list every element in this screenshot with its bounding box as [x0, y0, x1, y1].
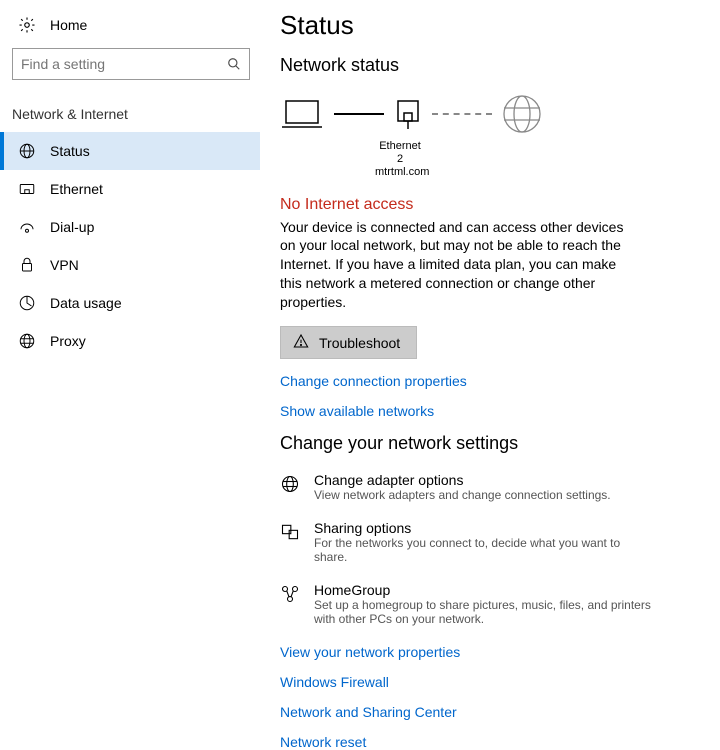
link-change-connection-properties[interactable]: Change connection properties: [280, 373, 700, 389]
setting-desc: View network adapters and change connect…: [314, 488, 611, 502]
setting-sharing-options[interactable]: Sharing options For the networks you con…: [280, 520, 700, 564]
sidebar-item-status[interactable]: Status: [0, 132, 260, 170]
link-network-sharing-center[interactable]: Network and Sharing Center: [280, 704, 700, 720]
adapter-name: Ethernet 2: [375, 140, 425, 166]
setting-title: HomeGroup: [314, 582, 654, 598]
sidebar: Home Network & Internet Status Ethernet …: [0, 0, 260, 750]
setting-change-adapter[interactable]: Change adapter options View network adap…: [280, 472, 700, 502]
search-input[interactable]: [21, 56, 227, 72]
sidebar-item-ethernet[interactable]: Ethernet: [0, 170, 260, 208]
search-input-container[interactable]: [12, 48, 250, 80]
setting-desc: Set up a homegroup to share pictures, mu…: [314, 598, 654, 626]
adapter-icon: [394, 99, 422, 129]
troubleshoot-button[interactable]: Troubleshoot: [280, 326, 417, 359]
adapter-domain: mtrtml.com: [375, 166, 425, 179]
sidebar-item-label: VPN: [50, 257, 79, 273]
homegroup-icon: [280, 584, 300, 604]
vpn-icon: [18, 256, 36, 274]
sharing-icon: [280, 522, 300, 542]
no-internet-body: Your device is connected and can access …: [280, 218, 640, 312]
sidebar-item-vpn[interactable]: VPN: [0, 246, 260, 284]
search-icon: [227, 57, 241, 71]
gear-icon: [18, 16, 36, 34]
connection-line-dashed: [432, 113, 492, 115]
network-status-heading: Network status: [280, 55, 700, 76]
home-button[interactable]: Home: [0, 12, 260, 44]
connection-line-solid: [334, 113, 384, 115]
sidebar-item-label: Data usage: [50, 295, 122, 311]
setting-title: Sharing options: [314, 520, 654, 536]
page-title: Status: [280, 10, 700, 41]
sidebar-item-label: Dial-up: [50, 219, 94, 235]
setting-desc: For the networks you connect to, decide …: [314, 536, 654, 564]
sidebar-item-label: Ethernet: [50, 181, 103, 197]
link-show-available-networks[interactable]: Show available networks: [280, 403, 700, 419]
sidebar-item-proxy[interactable]: Proxy: [0, 322, 260, 360]
change-settings-heading: Change your network settings: [280, 433, 700, 454]
globe-icon: [280, 474, 300, 494]
troubleshoot-label: Troubleshoot: [319, 335, 400, 351]
globe-icon: [18, 142, 36, 160]
dialup-icon: [18, 218, 36, 236]
sidebar-item-dialup[interactable]: Dial-up: [0, 208, 260, 246]
network-diagram: [280, 94, 700, 134]
link-network-reset[interactable]: Network reset: [280, 734, 700, 750]
home-label: Home: [50, 17, 87, 33]
setting-title: Change adapter options: [314, 472, 611, 488]
link-windows-firewall[interactable]: Windows Firewall: [280, 674, 700, 690]
sidebar-item-label: Proxy: [50, 333, 86, 349]
data-usage-icon: [18, 294, 36, 312]
setting-homegroup[interactable]: HomeGroup Set up a homegroup to share pi…: [280, 582, 700, 626]
warning-icon: [293, 333, 309, 352]
proxy-icon: [18, 332, 36, 350]
sidebar-item-datausage[interactable]: Data usage: [0, 284, 260, 322]
section-label: Network & Internet: [0, 96, 260, 132]
ethernet-icon: [18, 180, 36, 198]
link-view-network-properties[interactable]: View your network properties: [280, 644, 700, 660]
laptop-icon: [280, 97, 324, 131]
sidebar-item-label: Status: [50, 143, 90, 159]
no-internet-heading: No Internet access: [280, 196, 700, 214]
globe-large-icon: [502, 94, 542, 134]
adapter-labels: Ethernet 2 mtrtml.com: [375, 140, 425, 180]
main-content: Status Network status Ethernet 2 mtrtml.…: [260, 0, 720, 750]
